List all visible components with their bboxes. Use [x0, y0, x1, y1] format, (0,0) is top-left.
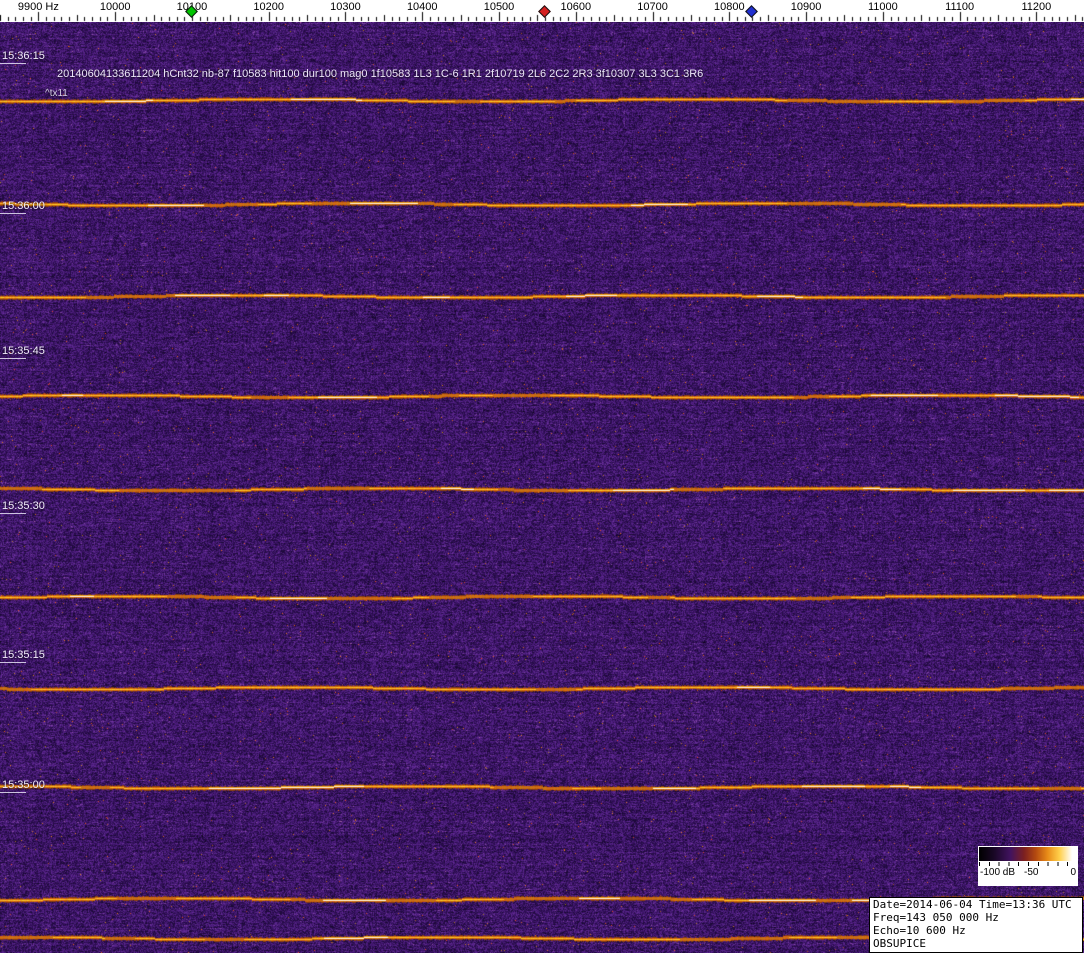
colorbar-labels: -100 dB -50 0 [979, 866, 1077, 879]
colorbar-gradient [979, 847, 1077, 861]
freq-tick-label: 10300 [319, 1, 371, 13]
freq-tick-label: 10000 [89, 1, 141, 13]
info-freq-line: Freq=143 050 000 Hz [873, 911, 1079, 924]
colorbar-label-min: -100 dB [980, 867, 1015, 878]
freq-tick-label: 10700 [627, 1, 679, 13]
info-station-line: OBSUPICE [873, 937, 1079, 950]
time-tick-label: 15:35:45 [2, 345, 45, 357]
time-tick-line [0, 213, 26, 214]
freq-tick-label: 9900 Hz [12, 1, 64, 13]
time-tick-label: 15:36:00 [2, 200, 45, 212]
time-tick-label: 15:36:15 [2, 50, 45, 62]
waterfall-canvas[interactable] [0, 22, 1084, 953]
time-tick-line [0, 792, 26, 793]
time-tick-line [0, 358, 26, 359]
spectrogram-app: 9900 Hz100001010010200103001040010500106… [0, 0, 1084, 953]
colorbar: -100 dB -50 0 [978, 846, 1078, 886]
time-tick-label: 15:35:30 [2, 500, 45, 512]
spectrogram-area[interactable]: 15:36:15 15:36:00 15:35:45 15:35:30 15:35:15… [0, 22, 1084, 953]
freq-tick-label: 10500 [473, 1, 525, 13]
time-tick-line [0, 63, 26, 64]
station-info-box: Date=2014-06-04 Time=13:36 UTC Freq=143 … [869, 897, 1083, 953]
time-tick-line [0, 662, 26, 663]
colorbar-label-max: 0 [1070, 867, 1076, 878]
detection-annotation: 20140604133611204 hCnt32 nb-87 f10583 hi… [57, 68, 703, 80]
freq-tick-label: 11200 [1010, 1, 1062, 13]
freq-tick-label: 11000 [857, 1, 909, 13]
colorbar-label-mid: -50 [1024, 867, 1038, 878]
time-tick-label: 15:35:00 [2, 779, 45, 791]
info-echo-line: Echo=10 600 Hz [873, 924, 1079, 937]
info-date-line: Date=2014-06-04 Time=13:36 UTC [873, 898, 1079, 911]
freq-tick-label: 10400 [396, 1, 448, 13]
freq-tick-label: 10900 [780, 1, 832, 13]
freq-tick-label: 11100 [934, 1, 986, 13]
frequency-ruler[interactable]: 9900 Hz100001010010200103001040010500106… [0, 0, 1084, 22]
freq-tick-label: 10600 [550, 1, 602, 13]
time-tick-label: 15:35:15 [2, 649, 45, 661]
time-tick-line [0, 513, 26, 514]
tx-marker-label: ^tx11 [45, 88, 68, 99]
freq-tick-label: 10200 [243, 1, 295, 13]
